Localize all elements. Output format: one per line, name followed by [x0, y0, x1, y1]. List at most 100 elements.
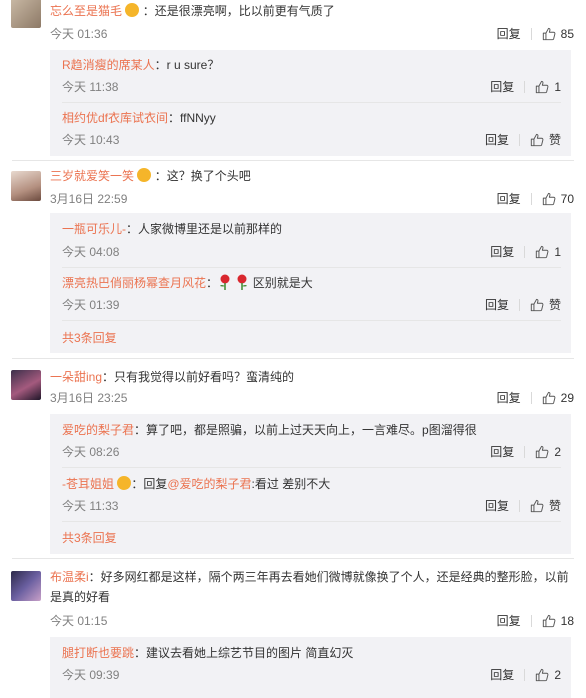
comment-text: 三岁就爱笑一笑 ：这？换了个头吧 — [50, 166, 574, 186]
comment-username[interactable]: 一朵甜ing — [50, 370, 102, 384]
comment-meta: 3月16日 23:25 回复 29 — [50, 388, 574, 408]
reply-button[interactable]: 回复 — [497, 611, 521, 631]
divider — [524, 446, 526, 458]
like-count: 1 — [554, 80, 561, 94]
divider — [62, 267, 561, 268]
divider — [518, 134, 520, 146]
like-count: 赞 — [548, 499, 561, 513]
like-button[interactable]: 70 — [542, 189, 574, 209]
comment: 一朵甜ing：只有我觉得以前好看吗？蛮清纯的 3月16日 23:25 回复 29… — [0, 359, 586, 559]
avatar[interactable] — [11, 0, 41, 28]
view-more-replies-link[interactable]: 共3条回复 — [62, 528, 117, 548]
like-button[interactable]: 赞 — [530, 130, 561, 150]
view-more-replies-link[interactable]: 共3条回复 — [62, 328, 117, 348]
like-button[interactable]: 赞 — [530, 295, 561, 315]
reply-meta: 今天 11:38 回复 1 — [62, 77, 561, 97]
reply-username[interactable]: 相约优df衣库试衣间 — [62, 111, 168, 125]
reply-button[interactable]: 回复 — [485, 295, 509, 315]
reply-button[interactable]: 回复 — [490, 242, 514, 262]
thumbs-up-icon — [530, 499, 544, 513]
reply-text: -苍耳姐姐 ：回复@爱吃的梨子君:看过 差别不大 — [62, 474, 561, 494]
reply-actions: 回复 赞 — [485, 130, 561, 150]
reply-body: ：ffNNyy — [168, 111, 216, 125]
reply-meta: 今天 09:39 回复 2 — [62, 665, 561, 685]
like-button[interactable]: 2 — [535, 665, 561, 685]
rose-icon — [220, 274, 230, 290]
reply-time: 今天 04:08 — [62, 245, 120, 259]
divider — [62, 102, 561, 103]
comment-meta: 今天 01:36 回复 85 — [50, 24, 574, 44]
reply-actions: 回复 2 — [490, 665, 561, 685]
like-button[interactable]: 18 — [542, 611, 574, 631]
reply-text: 漂亮热巴俏丽杨幂查月风花： 区别就是大 — [62, 274, 313, 290]
like-button[interactable]: 赞 — [530, 496, 561, 516]
like-button[interactable]: 29 — [542, 388, 574, 408]
avatar[interactable] — [11, 370, 41, 400]
like-button[interactable]: 1 — [535, 242, 561, 262]
like-button[interactable]: 2 — [535, 442, 561, 462]
like-button[interactable]: 85 — [542, 24, 574, 44]
reply-button[interactable]: 回复 — [490, 442, 514, 462]
reply-button[interactable]: 回复 — [485, 130, 509, 150]
thumbs-up-icon — [535, 80, 549, 94]
thumbs-up-icon — [542, 27, 556, 41]
reply-meta: 今天 11:33 回复 赞 — [62, 496, 561, 516]
thumbs-up-icon — [535, 445, 549, 459]
comment-body: ：好多网红都是这样，隔个两三年再去看她们微博就像换了个人，还是经典的整形脸，以前 — [88, 570, 569, 584]
reply-username[interactable]: -苍耳姐姐 — [62, 477, 114, 491]
reply-username[interactable]: R趋消瘦的席某人 — [62, 58, 155, 72]
comment-username[interactable]: 布温柔i — [50, 570, 89, 584]
comment: 布温柔i：好多网红都是这样，隔个两三年再去看她们微博就像换了个人，还是经典的整形… — [0, 559, 586, 698]
reply-actions: 回复 赞 — [485, 496, 561, 516]
divider — [518, 500, 520, 512]
avatar[interactable] — [11, 171, 41, 201]
reply-button[interactable]: 回复 — [490, 665, 514, 685]
reply-body: 区别就是大 — [252, 276, 313, 290]
comment-actions: 回复 70 — [497, 189, 574, 209]
comment-text: 忘么至是猫毛 ：还是很漂亮啊，比以前更有气质了 — [50, 1, 574, 21]
like-button[interactable]: 1 — [535, 77, 561, 97]
reply-button[interactable]: 回复 — [497, 388, 521, 408]
reply-text: 相约优df衣库试衣间：ffNNyy — [62, 108, 561, 128]
reply-username[interactable]: 一瓶可乐儿- — [62, 222, 126, 236]
reply-body: ：r u sure？ — [154, 58, 220, 72]
thumbs-up-icon — [542, 192, 556, 206]
comment-username[interactable]: 三岁就爱笑一笑 — [50, 169, 134, 183]
avatar[interactable] — [11, 571, 41, 601]
mention-link[interactable]: @爱吃的梨子君 — [167, 477, 251, 491]
thumbs-up-icon — [535, 668, 549, 682]
reply-username[interactable]: 腿打断也要跳 — [62, 646, 134, 660]
divider — [62, 467, 561, 468]
divider — [524, 81, 526, 93]
comment: 三岁就爱笑一笑 ：这？换了个头吧 3月16日 22:59 回复 70 一瓶可乐儿… — [0, 160, 586, 360]
reply-username[interactable]: 爱吃的梨子君 — [62, 423, 134, 437]
comment-body: ：这？换了个头吧 — [154, 169, 251, 183]
reply-time: 今天 11:38 — [62, 80, 119, 94]
reply-button[interactable]: 回复 — [497, 24, 521, 44]
reply-meta: 今天 08:26 回复 2 — [62, 442, 561, 462]
reply-list: 爱吃的梨子君：算了吧，都是照骗，以前上过天天向上，一言难尽。p图溜得很 今天 0… — [50, 414, 571, 554]
reply-body: ：建议去看她上综艺节目的图片 简直幻灭 — [134, 646, 354, 660]
comment-body: ：还是很漂亮啊，比以前更有气质了 — [142, 4, 335, 18]
reply-actions: 回复 1 — [490, 242, 561, 262]
comment-body: ：只有我觉得以前好看吗？蛮清纯的 — [102, 370, 295, 384]
comment-username[interactable]: 忘么至是猫毛 — [50, 4, 122, 18]
comment-meta: 3月16日 22:59 回复 70 — [50, 189, 574, 209]
reply-button[interactable]: 回复 — [490, 77, 514, 97]
divider — [530, 28, 532, 40]
smiley-emoji-icon — [117, 476, 132, 490]
comment-actions: 回复 85 — [497, 24, 574, 44]
comment-text: 布温柔i：好多网红都是这样，隔个两三年再去看她们微博就像换了个人，还是经典的整形… — [50, 567, 574, 607]
reply-list: 腿打断也要跳：建议去看她上综艺节目的图片 简直幻灭 今天 09:39 回复 2 — [50, 637, 571, 698]
thumbs-up-icon — [530, 298, 544, 312]
divider — [524, 669, 526, 681]
reply-username[interactable]: 漂亮热巴俏丽杨幂查月风花 — [62, 276, 206, 290]
reply-button[interactable]: 回复 — [497, 189, 521, 209]
comment-actions: 回复 18 — [497, 611, 574, 631]
reply-meta: 今天 01:39 回复 赞 — [62, 295, 561, 315]
reply-button[interactable]: 回复 — [485, 496, 509, 516]
reply-meta: 今天 04:08 回复 1 — [62, 242, 561, 262]
reply-actions: 回复 赞 — [485, 295, 561, 315]
reply-body: :看过 差别不大 — [251, 477, 331, 491]
like-count: 85 — [560, 27, 574, 41]
